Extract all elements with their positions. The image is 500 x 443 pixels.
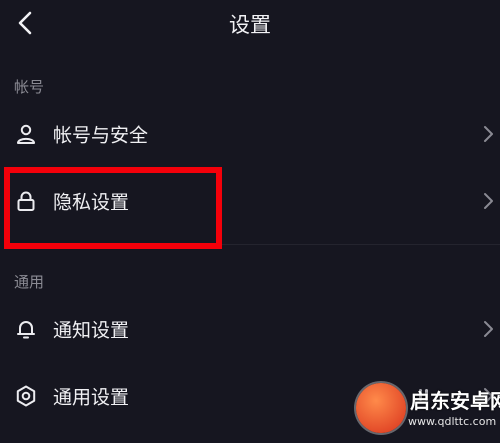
watermark-url: www.qdlttc.com (408, 415, 497, 428)
watermark-logo: 启东安卓网 www.qdlttc.com (356, 379, 500, 441)
watermark-badge-icon (356, 383, 406, 433)
watermark-brand: 启东安卓网 (410, 389, 500, 413)
lock-icon (17, 191, 35, 211)
settings-item-label: 通用设置 (53, 386, 130, 409)
settings-item-label: 帐号与安全 (53, 124, 149, 147)
section-divider (14, 244, 500, 245)
section-label-account: 帐号 (14, 78, 45, 96)
top-bar: 设置 (0, 0, 500, 46)
chevron-right-icon (484, 193, 493, 209)
chevron-right-icon (484, 321, 493, 337)
settings-item-account-security[interactable]: 帐号与安全 (0, 104, 500, 164)
settings-item-label: 通知设置 (53, 319, 130, 342)
page-title: 设置 (229, 13, 271, 37)
settings-item-notifications[interactable]: 通知设置 (0, 299, 500, 359)
bell-icon (17, 321, 35, 339)
settings-item-privacy[interactable]: 隐私设置 (0, 171, 500, 231)
chevron-right-icon (484, 126, 493, 142)
gear-icon (16, 385, 36, 407)
user-icon (17, 124, 35, 144)
settings-item-label: 隐私设置 (53, 191, 130, 214)
section-label-general: 通用 (14, 273, 45, 291)
